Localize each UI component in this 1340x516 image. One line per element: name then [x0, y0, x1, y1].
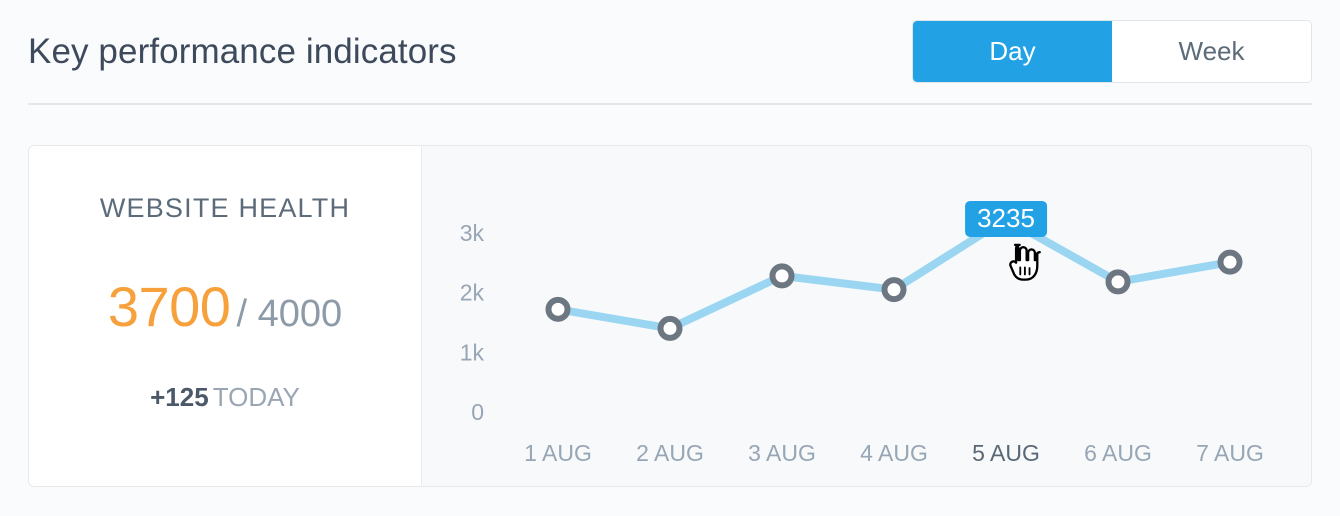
y-axis-tick-label: 3k	[460, 220, 485, 246]
x-axis-tick-label: 1 AUG	[524, 440, 592, 466]
website-health-card: WEBSITE HEALTH 3700/ 4000 +125 TODAY 3k 2k…	[28, 145, 1312, 487]
x-axis-tick-label: 3 AUG	[748, 440, 816, 466]
x-axis-tick-label: 5 AUG	[972, 440, 1040, 466]
chart-data-point[interactable]	[545, 296, 571, 322]
kpi-delta-row: +125 TODAY	[29, 382, 421, 413]
kpi-target-value: / 4000	[236, 293, 343, 335]
kpi-summary-panel: WEBSITE HEALTH 3700/ 4000 +125 TODAY	[29, 146, 422, 486]
x-axis-tick-label: 7 AUG	[1196, 440, 1264, 466]
kpi-current-value: 3700	[107, 275, 231, 338]
kpi-title: WEBSITE HEALTH	[99, 193, 351, 223]
x-axis-tick-label: 4 AUG	[860, 440, 928, 466]
line-chart-svg: 3k 2k 1k 0 1 AUG 2 AUG 3 AUG 4 AUG 5 AUG 6 AUG 7 A…	[460, 206, 1264, 466]
kpi-delta-label: TODAY	[212, 382, 300, 412]
page-header: Key performance indicators Day Week	[28, 0, 1312, 103]
y-axis-tick-label: 0	[471, 399, 484, 425]
chart-data-point[interactable]	[657, 315, 683, 341]
tab-day[interactable]: Day	[913, 21, 1112, 82]
chart-data-point[interactable]	[881, 277, 907, 303]
chart-line	[554, 214, 1234, 333]
chart-data-point[interactable]	[1105, 269, 1131, 295]
chart-data-point[interactable]	[1217, 249, 1243, 275]
chart-value-tooltip: 3235	[965, 200, 1047, 237]
y-axis-tick-label: 1k	[460, 339, 485, 365]
period-toggle-group[interactable]: Day Week	[912, 20, 1312, 83]
y-axis-tick-label: 2k	[460, 280, 485, 306]
page-title: Key performance indicators	[28, 31, 457, 71]
kpi-value-row: 3700/ 4000	[29, 274, 421, 339]
kpi-delta-value: +125	[150, 382, 209, 412]
website-health-chart[interactable]: 3k 2k 1k 0 1 AUG 2 AUG 3 AUG 4 AUG 5 AUG 6 AUG 7 A…	[422, 146, 1311, 486]
header-divider	[28, 103, 1312, 105]
x-axis-tick-label: 6 AUG	[1084, 440, 1152, 466]
kpi-page: Key performance indicators Day Week WEBS…	[0, 0, 1340, 516]
chart-data-point[interactable]	[769, 263, 795, 289]
tab-week[interactable]: Week	[1112, 21, 1311, 82]
x-axis-tick-label: 2 AUG	[636, 440, 704, 466]
